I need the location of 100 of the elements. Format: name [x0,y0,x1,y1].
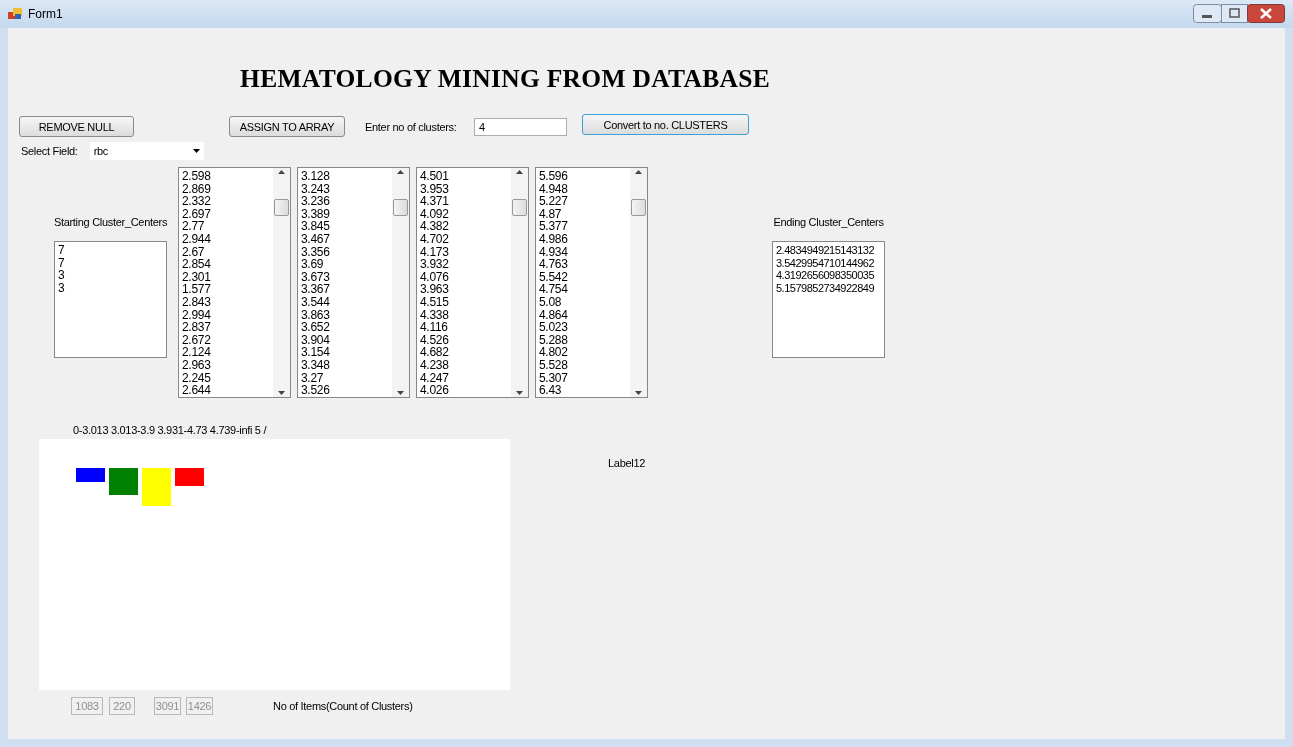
list-item[interactable]: 4.802 [539,346,627,359]
list-item[interactable]: 3.863 [301,308,389,322]
list-item[interactable]: 3.69 [301,258,389,271]
list-item[interactable]: 3.389 [301,207,389,221]
assign-to-array-button[interactable]: ASSIGN TO ARRAY [229,116,345,137]
list-item[interactable]: 4.702 [420,232,508,246]
list-item[interactable]: 4.763 [539,258,627,271]
list-item[interactable]: 4.986 [539,232,627,246]
list-item[interactable]: 4.682 [420,346,508,359]
list-item[interactable]: 3 [58,269,163,282]
list-item[interactable]: 4.238 [420,358,508,372]
list-item[interactable]: 2.994 [182,308,270,322]
scrollbar[interactable] [630,168,647,397]
list-item[interactable]: 3.236 [301,195,389,208]
list-item[interactable]: 4.948 [539,182,627,196]
list-item[interactable]: 3.27 [301,371,389,385]
list-item[interactable]: 3.526 [301,384,389,397]
list-item[interactable]: 4.934 [539,245,627,259]
list-item[interactable]: 4.338 [420,308,508,322]
list-item[interactable]: 7 [58,244,163,257]
list-item[interactable]: 2.837 [182,321,270,334]
convert-clusters-button[interactable]: Convert to no. CLUSTERS [582,114,749,135]
list-item[interactable]: 2.963 [182,358,270,372]
scroll-down-icon[interactable] [397,391,404,395]
list-item[interactable]: 3.932 [420,258,508,271]
list-item[interactable]: 4.87 [539,207,627,221]
scroll-thumb[interactable] [631,199,646,216]
list-item[interactable]: 3 [58,281,163,295]
list-item[interactable]: 4.515 [420,295,508,309]
list-item[interactable]: 4.173 [420,245,508,259]
list-item[interactable]: 4.526 [420,333,508,347]
list-item[interactable]: 4.382 [420,220,508,233]
list-item[interactable]: 3.467 [301,232,389,246]
list-item[interactable]: 5.227 [539,195,627,208]
scroll-thumb[interactable] [393,199,408,216]
remove-null-button[interactable]: REMOVE NULL [19,116,134,137]
list-item[interactable]: 2.124 [182,346,270,359]
list-item[interactable]: 5.307 [539,371,627,385]
list-item[interactable]: 3.367 [301,283,389,296]
list-item[interactable]: 3.904 [301,333,389,347]
list-item[interactable]: 4.501 [420,170,508,183]
values-list[interactable]: 4.501 3.953 4.371 4.092 4.382 4.702 4.173 3.932 4.076 3.963 4.515 4.338 4.116 4.526 4.682 4.238 4.247 4.026 [416,167,529,398]
list-item[interactable]: 2.4834949215143132 [776,244,881,257]
list-item[interactable]: 3.673 [301,270,389,284]
scroll-up-icon[interactable] [278,170,285,174]
ending-centers-list[interactable]: 2.4834949215143132 3.5429954710144962 4.3192656098350035 5.1579852734922849 [772,241,885,358]
list-item[interactable]: 5.288 [539,333,627,347]
window-controls-icon[interactable] [1193,4,1285,24]
list-item[interactable]: 3.544 [301,295,389,309]
list-item[interactable]: 2.245 [182,371,270,385]
scrollbar[interactable] [511,168,528,397]
scrollbar[interactable] [392,168,409,397]
list-item[interactable]: 3.243 [301,182,389,196]
scroll-up-icon[interactable] [516,170,523,174]
list-item[interactable]: 3.845 [301,220,389,233]
list-item[interactable]: 3.154 [301,346,389,359]
list-item[interactable]: 3.348 [301,358,389,372]
list-item[interactable]: 3.652 [301,321,389,334]
list-item[interactable]: 4.116 [420,321,508,334]
list-item[interactable]: 4.026 [420,384,508,397]
list-item[interactable]: 2.301 [182,270,270,284]
list-item[interactable]: 4.754 [539,283,627,296]
list-item[interactable]: 5.023 [539,321,627,334]
list-item[interactable]: 6.43 [539,384,627,397]
list-item[interactable]: 4.864 [539,308,627,322]
scroll-down-icon[interactable] [278,391,285,395]
list-item[interactable]: 2.77 [182,220,270,233]
scroll-thumb[interactable] [274,199,289,216]
list-item[interactable]: 3.5429954710144962 [776,256,881,270]
list-item[interactable]: 5.08 [539,295,627,309]
list-item[interactable]: 5.596 [539,170,627,183]
list-item[interactable]: 3.953 [420,182,508,196]
list-item[interactable]: 4.247 [420,371,508,385]
list-item[interactable]: 3.963 [420,283,508,296]
list-item[interactable]: 2.644 [182,384,270,397]
list-item[interactable]: 1.577 [182,283,270,296]
list-item[interactable]: 4.076 [420,270,508,284]
list-item[interactable]: 2.332 [182,195,270,208]
list-item[interactable]: 5.377 [539,220,627,233]
scroll-down-icon[interactable] [516,391,523,395]
values-list[interactable]: 2.598 2.869 2.332 2.697 2.77 2.944 2.67 2.854 2.301 1.577 2.843 2.994 2.837 2.672 2.124 2.963 2.245 2.644 [178,167,291,398]
list-item[interactable]: 2.869 [182,182,270,196]
list-item[interactable]: 4.371 [420,195,508,208]
list-item[interactable]: 5.542 [539,270,627,284]
values-list[interactable]: 5.596 4.948 5.227 4.87 5.377 4.986 4.934 4.763 5.542 4.754 5.08 4.864 5.023 5.288 4.802 5.528 5.307 6.43 [535,167,648,398]
starting-centers-list[interactable]: 7 7 3 3 [54,241,167,358]
list-item[interactable]: 2.697 [182,207,270,221]
list-item[interactable]: 2.843 [182,295,270,309]
list-item[interactable]: 2.672 [182,333,270,347]
list-item[interactable]: 2.854 [182,258,270,271]
list-item[interactable]: 3.356 [301,245,389,259]
clusters-input[interactable]: 4 [474,117,567,136]
list-item[interactable]: 3.128 [301,170,389,183]
scroll-up-icon[interactable] [635,170,642,174]
list-item[interactable]: 2.598 [182,170,270,183]
list-item[interactable]: 2.944 [182,232,270,246]
values-list[interactable]: 3.128 3.243 3.236 3.389 3.845 3.467 3.356 3.69 3.673 3.367 3.544 3.863 3.652 3.904 3.154 3.348 3.27 3.526 [297,167,410,398]
field-dropdown[interactable]: rbc [89,142,204,160]
scroll-thumb[interactable] [512,199,527,216]
list-item[interactable]: 5.1579852734922849 [776,281,881,295]
